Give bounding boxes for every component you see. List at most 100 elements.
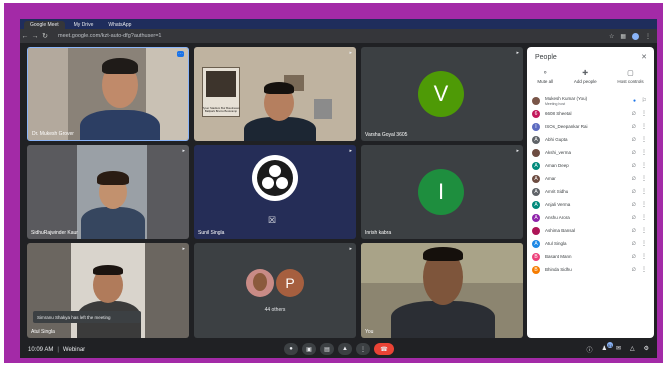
close-icon[interactable]: ✕ [641,53,647,61]
camera-off-icon: ☒ [268,215,277,225]
more-vertical-icon[interactable]: ⋮ [641,175,647,182]
participant-row[interactable]: A Anjali Verma ∅ ⋮ [527,198,654,211]
more-vertical-icon[interactable]: ⋮ [641,240,647,247]
muted-mic-icon[interactable]: ∅ [632,111,636,117]
present-button[interactable]: ▲ [338,343,352,355]
participant-tile[interactable]: I ▸ Inrish kabra [361,145,523,239]
browser-tab[interactable]: WhatsApp [102,21,137,29]
muted-mic-icon[interactable]: ∅ [632,254,636,260]
address-bar: ← → ↻ meet.google.com/kzt-auto-dfg?authu… [20,29,657,43]
back-arrow-icon[interactable]: ← [20,33,30,40]
mute-icon: ⚬ [542,70,549,77]
more-vertical-icon[interactable]: ⋮ [641,253,647,260]
more-vertical-icon[interactable]: ⋮ [641,149,647,156]
participant-video [361,243,523,338]
participant-tile[interactable]: ▸ SidhuRajwinder Kaur [27,145,189,239]
participant-avatar: A [532,135,540,144]
participant-row[interactable]: A Aman Deep ∅ ⋮ [527,159,654,172]
extensions-icon[interactable]: ▦ [620,33,626,40]
star-icon[interactable]: ☆ [609,33,614,40]
participant-name: Aman Deep [545,163,569,168]
kebab-menu-icon[interactable]: ⋮ [645,33,651,40]
mute-all-button[interactable]: ⚬ Mute all [537,69,553,84]
more-vertical-icon[interactable]: ⋮ [641,227,647,234]
participant-tile[interactable]: Tyser Stadium Bur Boudreaux Ballpark Bru… [194,47,356,141]
more-vertical-icon[interactable]: ⋮ [641,110,647,117]
muted-mic-icon[interactable]: ∅ [632,215,636,221]
host-lock-icon[interactable]: ⚙ [644,345,649,354]
participant-list: Mukesh Kumar (You) Meeting host ● ⚐ 6 6608 Sh… [527,94,654,276]
captions-button[interactable]: ▤ [320,343,334,355]
more-vertical-icon[interactable]: ⋮ [641,123,647,130]
add-people-button[interactable]: ✚ Add people [574,69,597,84]
left-meeting-toast: Simranu Shakya has left the meeting [33,311,141,323]
participant-row[interactable]: Ashima Bansal ∅ ⋮ [527,224,654,237]
people-panel: People ✕ ⚬ Mute all ✚ Add people ▢ Host … [527,47,654,338]
participant-name: Basant Mann [545,254,572,259]
participant-row[interactable]: Mukesh Kumar (You) Meeting host ● ⚐ [527,94,654,107]
more-vertical-icon[interactable]: ⋮ [641,201,647,208]
participant-row[interactable]: A Anshu Arora ∅ ⋮ [527,211,654,224]
more-vertical-icon: ⋮ [360,346,366,353]
participant-row[interactable]: 6 6608 Sheetal ∅ ⋮ [527,107,654,120]
forward-arrow-icon[interactable]: → [30,33,40,40]
participant-row[interactable]: Akshi_verma ∅ ⋮ [527,146,654,159]
participant-row[interactable]: A Amrit Sidhu ∅ ⋮ [527,185,654,198]
participant-video [194,47,356,141]
participant-name: Ashima Bansal [545,228,576,233]
muted-mic-icon[interactable]: ∅ [632,150,636,156]
participant-tile[interactable]: P 44 others ▸ [194,243,356,338]
more-vertical-icon[interactable]: ⋮ [641,162,647,169]
participant-row[interactable]: A Amar ∅ ⋮ [527,172,654,185]
more-vertical-icon[interactable]: ⋮ [641,136,647,143]
participant-video [28,48,188,140]
muted-mic-icon[interactable]: ∅ [632,241,636,247]
muted-mic-icon[interactable]: ∅ [632,202,636,208]
chat-icon[interactable]: ✉ [616,345,621,354]
participant-avatar: A [532,200,540,209]
reload-icon[interactable]: ↻ [40,32,50,40]
profile-avatar[interactable] [632,32,639,40]
browser-tab[interactable]: Google Meet [24,21,65,29]
browser-tab-bar: Google Meet My Drive WhatsApp [20,19,657,29]
speaking-indicator-icon[interactable]: ● [633,98,636,104]
more-vertical-icon[interactable]: ⋮ [641,214,647,221]
participant-tile[interactable]: You [361,243,523,338]
muted-mic-icon[interactable]: ∅ [632,163,636,169]
pin-icon[interactable]: ⚐ [642,97,647,104]
host-controls-button[interactable]: ▢ Host controls [617,69,643,84]
participant-name: Anjali Verma [545,202,571,207]
muted-mic-icon[interactable]: ∅ [632,267,636,273]
participant-tile[interactable]: ▸ Simranu Shakya has left the meeting At… [27,243,189,338]
more-vertical-icon[interactable]: ⋮ [641,266,647,273]
participant-tile[interactable]: ⋯ Dr. Mukesh Grover [27,47,189,141]
participant-tile[interactable]: V ▸ Varsha Goyal 3605 [361,47,523,141]
muted-mic-icon[interactable]: ∅ [632,189,636,195]
hang-up-icon: ☎ [380,346,388,353]
participant-role: Meeting host [545,102,566,106]
muted-mic-icon[interactable]: ∅ [632,176,636,182]
muted-mic-icon[interactable]: ∅ [632,228,636,234]
muted-mic-icon[interactable]: ∅ [632,137,636,143]
more-options-button[interactable]: ⋮ [356,343,370,355]
participant-row[interactable]: A Atul Singla ∅ ⋮ [527,237,654,250]
microphone-button[interactable]: ● [284,343,298,355]
muted-mic-icon[interactable]: ∅ [632,124,636,130]
info-icon[interactable]: ⓘ [587,345,593,354]
participant-row[interactable]: A Abhi Gupta ∅ ⋮ [527,133,654,146]
participant-row[interactable]: B Bhinda Sidhu ∅ ⋮ [527,263,654,276]
camera-button[interactable]: ▣ [302,343,316,355]
participant-row[interactable]: I ISOs_Deepankar Rai ∅ ⋮ [527,120,654,133]
more-vertical-icon[interactable]: ⋮ [641,188,647,195]
participant-name: Varsha Goyal 3605 [365,132,408,138]
more-options-icon[interactable]: ⋯ [177,51,184,57]
url-field[interactable]: meet.google.com/kzt-auto-dfg?authuser=1 [58,33,162,39]
participant-tile[interactable]: ☒ ▸ Sunil Singla [194,145,356,239]
participant-row[interactable]: B Basant Mann ∅ ⋮ [527,250,654,263]
people-icon[interactable]: ♟ [602,345,607,354]
leave-call-button[interactable]: ☎ [374,343,394,355]
activities-icon[interactable]: △ [630,345,635,354]
participant-name: Bhinda Sidhu [545,267,572,272]
meet-window: Google Meet My Drive WhatsApp ← → ↻ meet… [20,19,657,358]
browser-tab[interactable]: My Drive [68,21,100,29]
